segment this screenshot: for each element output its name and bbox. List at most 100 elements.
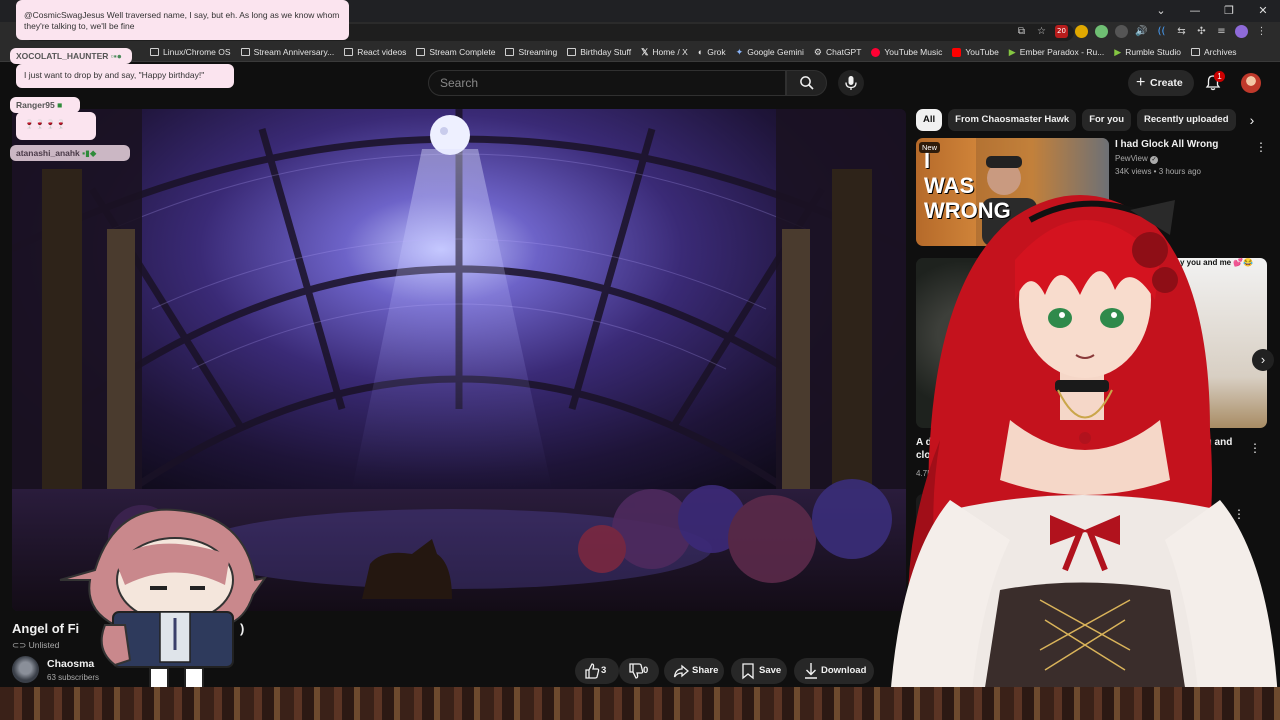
close-window-button[interactable]: ✕ <box>1246 0 1280 22</box>
related-chips: All From Chaosmaster Hawk For you Recent… <box>916 109 1236 131</box>
save-button[interactable]: Save <box>731 658 787 684</box>
bookmark-item[interactable]: ▶ Ember Paradox - Ru... <box>1009 47 1104 58</box>
recommendation-title[interactable]: I had Glock All Wrong <box>1115 138 1245 151</box>
account-avatar[interactable] <box>1241 73 1261 93</box>
chip-for-you[interactable]: For you <box>1082 109 1132 131</box>
youtube-music-icon <box>871 47 881 57</box>
install-app-icon[interactable]: ⧉ <box>1015 25 1028 38</box>
extension-icon[interactable]: 20 <box>1055 25 1068 38</box>
subscriber-count: 63 subscribers <box>47 673 100 682</box>
bookmark-item[interactable]: Streaming <box>505 47 557 57</box>
share-button[interactable]: Share <box>664 658 724 684</box>
save-playlist-icon <box>742 663 754 680</box>
chat-message: @CosmicSwagJesus Well traversed name, I … <box>16 0 349 40</box>
window-controls: ⌄ — ❐ ✕ <box>1144 0 1280 22</box>
extension-icon[interactable] <box>1115 25 1128 38</box>
translate-icon[interactable]: ⇆ <box>1175 25 1188 38</box>
bookmarks-bar: Linux/Chrome OS Stream Anniversary... Re… <box>0 43 1280 62</box>
vtuber-avatar-overlay <box>890 195 1278 720</box>
chat-message: I just want to drop by and say, "Happy b… <box>16 64 234 88</box>
minimize-button[interactable]: — <box>1178 0 1212 22</box>
search-icon <box>799 76 814 90</box>
bookmark-item[interactable]: Archives <box>1190 47 1237 57</box>
chat-username: Ranger95 <box>16 100 55 110</box>
profile-icon[interactable] <box>1235 25 1248 38</box>
link-icon: ⊂⊃ <box>12 640 29 650</box>
bookmark-item[interactable]: ▶ Rumble Studio <box>1114 47 1181 58</box>
download-icon <box>805 663 817 679</box>
chat-username-tag: atanashi_anahk ▪▮◆ <box>10 145 130 161</box>
channel-name[interactable]: Chaosma <box>47 658 94 670</box>
chat-message: 🍷🍷🍷🍷 <box>16 112 96 140</box>
youtube-icon <box>952 47 962 57</box>
extensions-puzzle-icon[interactable]: ✣ <box>1195 25 1208 38</box>
bookmark-item[interactable]: Stream Complete <box>416 47 495 57</box>
chat-username: XOCOLATL_HAUNTER <box>16 51 109 61</box>
folder-icon <box>567 48 577 56</box>
dislike-button[interactable]: 0 <box>619 658 659 684</box>
video-title-tail: ) <box>240 621 245 636</box>
rumble-icon: ▶ <box>1008 46 1016 57</box>
screen: ⌄ — ❐ ✕ ⧉ ☆ 20 🔊 (( ⇆ ✣ ≡ ⋮ Linux/Chrome… <box>0 0 1280 720</box>
extensions-toolbar: ⧉ ☆ 20 🔊 (( ⇆ ✣ ≡ ⋮ <box>1015 25 1268 38</box>
microphone-icon <box>845 76 857 90</box>
badge-icons: ▫▪● <box>108 51 122 61</box>
chat-username: atanashi_anahk <box>16 148 80 158</box>
reading-list-icon[interactable]: ≡ <box>1215 25 1228 38</box>
grok-icon: ◐ <box>697 47 704 57</box>
bookmark-item[interactable]: React videos <box>344 47 406 57</box>
folder-icon <box>240 48 250 56</box>
folder-icon <box>416 48 426 56</box>
maximize-button[interactable]: ❐ <box>1212 0 1246 22</box>
bookmark-item[interactable]: Birthday Stuff <box>567 47 631 57</box>
bookmark-item[interactable]: 𝕏 Home / X <box>641 47 688 58</box>
search-input[interactable]: Search <box>428 70 786 96</box>
plus-icon: + <box>1136 74 1146 91</box>
download-button[interactable]: Download <box>794 658 874 684</box>
bookmark-item[interactable]: ◐ Grok <box>698 47 726 57</box>
gemini-icon: ✦ <box>735 46 744 57</box>
share-icon <box>673 664 689 678</box>
chat-username-tag: XOCOLATL_HAUNTER ▫▪● <box>10 48 132 64</box>
create-button[interactable]: + Create <box>1128 70 1194 96</box>
channel-avatar[interactable] <box>12 656 39 683</box>
folder-icon <box>150 48 159 56</box>
x-icon: 𝕏 <box>641 46 649 57</box>
video-title: Angel of Fi <box>12 621 80 636</box>
recommendation-channel[interactable]: PewView ✓ <box>1115 154 1158 164</box>
chrome-menu-icon[interactable]: ⋮ <box>1255 25 1268 38</box>
badge-icons: ▪▮◆ <box>79 148 97 158</box>
search-button[interactable] <box>786 70 827 96</box>
bookmark-item[interactable]: Stream Anniversary... <box>240 47 334 57</box>
badge-icons: ■ <box>54 100 63 110</box>
audio-wave-icon[interactable]: (( <box>1155 25 1168 38</box>
bookmark-item[interactable]: ⚙ ChatGPT <box>814 47 862 58</box>
voice-search-button[interactable] <box>838 70 864 96</box>
chip-recently-uploaded[interactable]: Recently uploaded <box>1137 109 1236 131</box>
extension-icon[interactable] <box>1095 25 1108 38</box>
verified-check-icon: ✓ <box>1150 156 1158 164</box>
bookmark-item[interactable]: ✦ Google Gemini <box>736 47 804 58</box>
folder-icon <box>505 48 515 56</box>
bookmark-star-icon[interactable]: ☆ <box>1035 25 1048 38</box>
bookmark-item[interactable]: YouTube <box>952 47 999 57</box>
tab-search-icon[interactable]: ⌄ <box>1144 0 1178 22</box>
bookmark-item[interactable]: YouTube Music <box>871 47 942 57</box>
notification-count-badge: 1 <box>1214 71 1225 82</box>
decorative-carpet-border <box>0 687 1280 720</box>
folder-icon <box>344 48 354 56</box>
chips-next-chevron-icon[interactable]: › <box>1242 110 1262 130</box>
chip-all[interactable]: All <box>916 109 943 131</box>
chatgpt-icon: ⚙ <box>813 46 822 57</box>
new-badge: New <box>919 142 941 153</box>
visibility-label: ⊂⊃ Unlisted <box>12 640 60 650</box>
volume-icon[interactable]: 🔊 <box>1135 25 1148 38</box>
more-actions-icon[interactable]: ⋮ <box>1255 141 1267 153</box>
rumble-icon: ▶ <box>1114 46 1122 57</box>
like-button[interactable]: 3 <box>575 658 619 684</box>
bookmark-item[interactable]: Linux/Chrome OS <box>150 47 231 57</box>
chip-from-channel[interactable]: From Chaosmaster Hawk <box>948 109 1077 131</box>
extension-icon[interactable] <box>1075 25 1088 38</box>
recommendation-meta: 34K views • 3 hours ago <box>1115 167 1201 176</box>
chat-username-tag: Ranger95 ■ <box>10 97 80 113</box>
